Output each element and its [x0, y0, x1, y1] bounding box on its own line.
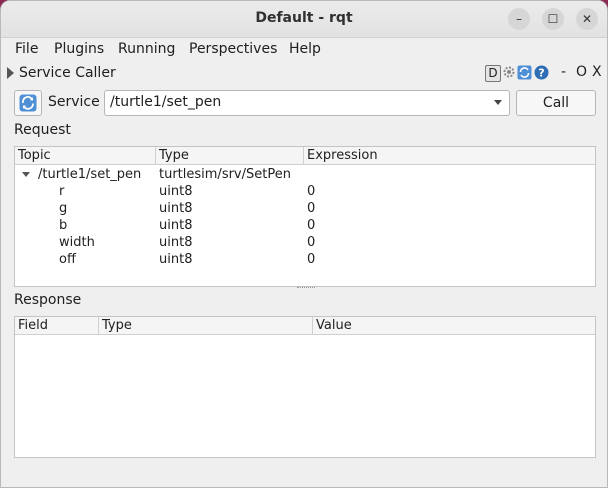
- row-type: turtlesim/srv/SetPen: [159, 167, 291, 182]
- tree-row-off[interactable]: off uint8 0: [15, 251, 595, 268]
- refresh-icon: [19, 94, 37, 112]
- row-topic: r: [59, 184, 65, 199]
- title-bar: Default - rqt – ☐ ✕: [1, 1, 607, 38]
- row-expression[interactable]: 0: [307, 183, 315, 200]
- menu-file[interactable]: File: [15, 41, 38, 57]
- tree-row-b[interactable]: b uint8 0: [15, 217, 595, 234]
- rqt-window: Default - rqt – ☐ ✕ File Plugins Running…: [0, 0, 608, 488]
- service-combobox[interactable]: /turtle1/set_pen: [104, 90, 510, 116]
- tree-row-root[interactable]: /turtle1/set_pen turtlesim/srv/SetPen: [15, 166, 595, 183]
- row-expression[interactable]: 0: [307, 200, 315, 217]
- request-tree[interactable]: Topic Type Expression /turtle1/set_pen t…: [14, 146, 596, 287]
- plugin-title: Service Caller: [19, 65, 116, 81]
- dock-d-icon[interactable]: D: [485, 65, 501, 82]
- reload-icon[interactable]: [517, 65, 532, 80]
- tree-row-width[interactable]: width uint8 0: [15, 234, 595, 251]
- row-type: uint8: [159, 218, 193, 233]
- row-topic: width: [59, 235, 95, 250]
- call-button[interactable]: Call: [516, 90, 596, 116]
- svg-text:?: ?: [538, 67, 544, 80]
- header-topic[interactable]: Topic: [15, 147, 156, 164]
- tree-row-r[interactable]: r uint8 0: [15, 183, 595, 200]
- menu-plugins[interactable]: Plugins: [54, 41, 104, 57]
- gear-icon[interactable]: [502, 65, 516, 80]
- row-type: uint8: [159, 184, 193, 199]
- splitter-handle[interactable]: [297, 287, 315, 290]
- row-topic: /turtle1/set_pen: [38, 167, 142, 182]
- plugin-title-bar: Service Caller D ? - O X: [1, 61, 607, 86]
- header-expression[interactable]: Expression: [304, 147, 595, 164]
- response-tree[interactable]: Field Type Value: [14, 316, 596, 458]
- response-label: Response: [14, 292, 82, 308]
- service-combobox-value: /turtle1/set_pen: [110, 94, 222, 110]
- collapse-arrow-icon[interactable]: [7, 67, 14, 79]
- minimize-button[interactable]: –: [508, 8, 530, 30]
- menu-help[interactable]: Help: [289, 41, 321, 57]
- header-value[interactable]: Value: [313, 317, 595, 334]
- header-field[interactable]: Field: [15, 317, 99, 334]
- row-expression[interactable]: 0: [307, 234, 315, 251]
- menu-running[interactable]: Running: [118, 41, 175, 57]
- response-tree-header: Field Type Value: [15, 317, 595, 335]
- header-type[interactable]: Type: [99, 317, 313, 334]
- row-topic: b: [59, 218, 68, 233]
- row-type: uint8: [159, 201, 193, 216]
- row-expression[interactable]: 0: [307, 217, 315, 234]
- row-topic: off: [59, 252, 76, 267]
- dropdown-arrow-icon: [494, 100, 502, 105]
- plugin-restore-button[interactable]: O: [576, 65, 587, 80]
- maximize-button[interactable]: ☐: [542, 8, 564, 30]
- menu-perspectives[interactable]: Perspectives: [189, 41, 277, 57]
- row-expression[interactable]: 0: [307, 251, 315, 268]
- service-label: Service: [48, 94, 100, 110]
- tree-row-g[interactable]: g uint8 0: [15, 200, 595, 217]
- row-topic: g: [59, 201, 68, 216]
- row-type: uint8: [159, 252, 193, 267]
- plugin-minimize-button[interactable]: -: [561, 65, 566, 80]
- menu-bar: File Plugins Running Perspectives Help: [1, 38, 607, 60]
- expand-arrow-icon[interactable]: [22, 172, 30, 177]
- request-label: Request: [14, 122, 71, 138]
- header-type[interactable]: Type: [156, 147, 304, 164]
- close-button[interactable]: ✕: [576, 8, 598, 30]
- plugin-close-button[interactable]: X: [592, 65, 602, 80]
- refresh-services-button[interactable]: [14, 90, 42, 116]
- row-type: uint8: [159, 235, 193, 250]
- help-icon[interactable]: ?: [534, 65, 549, 80]
- request-tree-header: Topic Type Expression: [15, 147, 595, 165]
